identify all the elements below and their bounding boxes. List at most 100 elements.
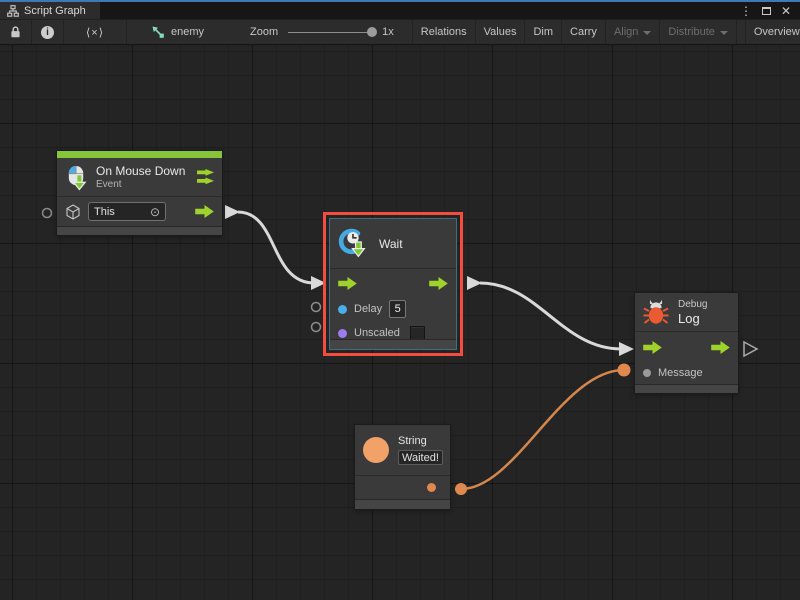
window-controls: ⋮ ✕ xyxy=(738,2,800,19)
wire-mousedown-to-wait xyxy=(238,212,314,283)
info-icon: i xyxy=(41,26,54,39)
node-string[interactable]: String Waited! xyxy=(355,425,450,509)
string-value: Waited! xyxy=(402,452,439,464)
toolbar-button-dim[interactable]: Dim xyxy=(525,20,562,44)
unscaled-label: Unscaled xyxy=(354,327,400,339)
node-footer xyxy=(57,226,222,235)
toolbar-button-overview[interactable]: Overview xyxy=(745,20,800,44)
unconnected-flow-triangle[interactable] xyxy=(744,342,757,356)
delay-port-circle[interactable] xyxy=(312,303,321,312)
zoom-control: Zoom 1x xyxy=(242,20,402,44)
flow-output-port[interactable] xyxy=(711,341,730,354)
node-on-mouse-down[interactable]: On Mouse Down Event This xyxy=(57,151,222,235)
output-port-row xyxy=(355,476,450,499)
tab-script-graph[interactable]: Script Graph xyxy=(0,2,100,19)
bool-port-dot[interactable] xyxy=(338,329,347,338)
toolbar-button-relations[interactable]: Relations xyxy=(412,20,476,44)
node-header: Debug Log xyxy=(635,293,738,331)
window-menu-icon[interactable]: ⋮ xyxy=(738,3,754,18)
node-header: On Mouse Down Event xyxy=(57,158,222,196)
zoom-slider[interactable] xyxy=(288,32,372,33)
button-label: Align xyxy=(614,26,638,38)
event-accent-bar xyxy=(57,151,222,158)
delay-value-field[interactable]: 5 xyxy=(389,300,406,318)
button-label: Values xyxy=(484,26,517,38)
graph-hierarchy-icon xyxy=(7,5,19,17)
button-label: Overview xyxy=(754,26,800,38)
node-debug-log[interactable]: Debug Log Message xyxy=(635,293,738,393)
node-header: String Waited! xyxy=(355,425,450,475)
node-title: String xyxy=(398,435,443,447)
tab-bar: Script Graph ⋮ ✕ xyxy=(0,2,800,19)
delay-label: Delay xyxy=(354,303,382,315)
wire-endpoint-dot xyxy=(618,364,631,377)
script-graph-window: Script Graph ⋮ ✕ i ⟨×⟩ enemy xyxy=(0,0,800,600)
button-label: Relations xyxy=(421,26,467,38)
node-footer xyxy=(355,499,450,509)
flow-output-port[interactable] xyxy=(195,205,214,218)
flow-input-port[interactable] xyxy=(643,341,662,354)
unconnected-port-circle[interactable] xyxy=(43,209,52,218)
node-wait[interactable]: Wait Delay 5 Unscaled xyxy=(329,218,457,350)
gameobject-cube-icon xyxy=(65,204,81,220)
node-title: Log xyxy=(678,311,707,326)
wire-arrowhead xyxy=(619,342,634,356)
inspect-button[interactable]: i xyxy=(32,20,64,44)
mouse-down-icon xyxy=(65,164,88,191)
wire-arrowhead xyxy=(467,276,482,290)
flow-output-port[interactable] xyxy=(429,277,448,290)
toolbar-button-carry[interactable]: Carry xyxy=(562,20,606,44)
event-trigger-icon[interactable] xyxy=(197,169,214,185)
string-literal-icon xyxy=(363,437,389,463)
wait-clock-icon xyxy=(338,228,369,259)
delay-port-row: Delay 5 xyxy=(330,297,456,321)
toolbar-button-distribute[interactable]: Distribute xyxy=(660,20,736,44)
graph-name: enemy xyxy=(171,26,204,38)
dropdown-caret-icon xyxy=(643,31,651,35)
wire-arrowhead xyxy=(225,205,240,219)
selection-outline: Wait Delay 5 Unscaled xyxy=(323,212,463,356)
node-subtitle: Event xyxy=(96,179,185,190)
target-object-field[interactable]: This ⊙ xyxy=(88,202,166,221)
wire-endpoint-dot xyxy=(455,483,467,495)
dropdown-caret-icon xyxy=(720,31,728,35)
edit-source-button[interactable]: ⟨×⟩ xyxy=(64,20,127,44)
node-footer xyxy=(330,339,456,349)
message-port-row: Message xyxy=(635,362,738,384)
toolbar: i ⟨×⟩ enemy Zoom 1x Relations Values Dim… xyxy=(0,19,800,45)
target-field-value: This xyxy=(94,206,115,218)
button-label: Distribute xyxy=(668,26,714,38)
node-category: Debug xyxy=(678,299,707,310)
code-icon: ⟨×⟩ xyxy=(86,26,104,39)
wire-wait-to-log xyxy=(480,283,621,349)
flow-port-row xyxy=(635,332,738,362)
unscaled-port-circle[interactable] xyxy=(312,323,321,332)
node-header: Wait xyxy=(330,219,456,268)
debug-bug-icon xyxy=(643,299,669,325)
window-close-icon[interactable]: ✕ xyxy=(778,3,794,18)
wire-string-to-message xyxy=(461,370,624,489)
node-footer xyxy=(635,384,738,393)
lock-button[interactable] xyxy=(0,20,32,44)
window-maximize-icon[interactable] xyxy=(758,3,774,18)
flow-port-row xyxy=(330,269,456,297)
zoom-slider-handle[interactable] xyxy=(367,27,377,37)
toolbar-button-align[interactable]: Align xyxy=(606,20,660,44)
graph-canvas[interactable]: On Mouse Down Event This xyxy=(0,45,800,600)
graph-icon xyxy=(151,25,165,39)
lock-icon xyxy=(9,25,22,39)
message-port-dot[interactable] xyxy=(643,369,651,377)
node-title: On Mouse Down xyxy=(96,164,185,178)
target-port-row: This ⊙ xyxy=(57,197,222,226)
object-picker-icon[interactable]: ⊙ xyxy=(150,205,160,219)
flow-input-port[interactable] xyxy=(338,277,357,290)
toolbar-button-values[interactable]: Values xyxy=(476,20,526,44)
tab-title: Script Graph xyxy=(24,5,86,17)
float-port-dot[interactable] xyxy=(338,305,347,314)
node-title: Wait xyxy=(379,237,403,251)
string-output-port-dot[interactable] xyxy=(427,483,436,492)
graph-reference[interactable]: enemy xyxy=(143,20,212,44)
string-value-field[interactable]: Waited! xyxy=(398,450,443,465)
button-label: Carry xyxy=(570,26,597,38)
zoom-level: 1x xyxy=(382,26,394,38)
